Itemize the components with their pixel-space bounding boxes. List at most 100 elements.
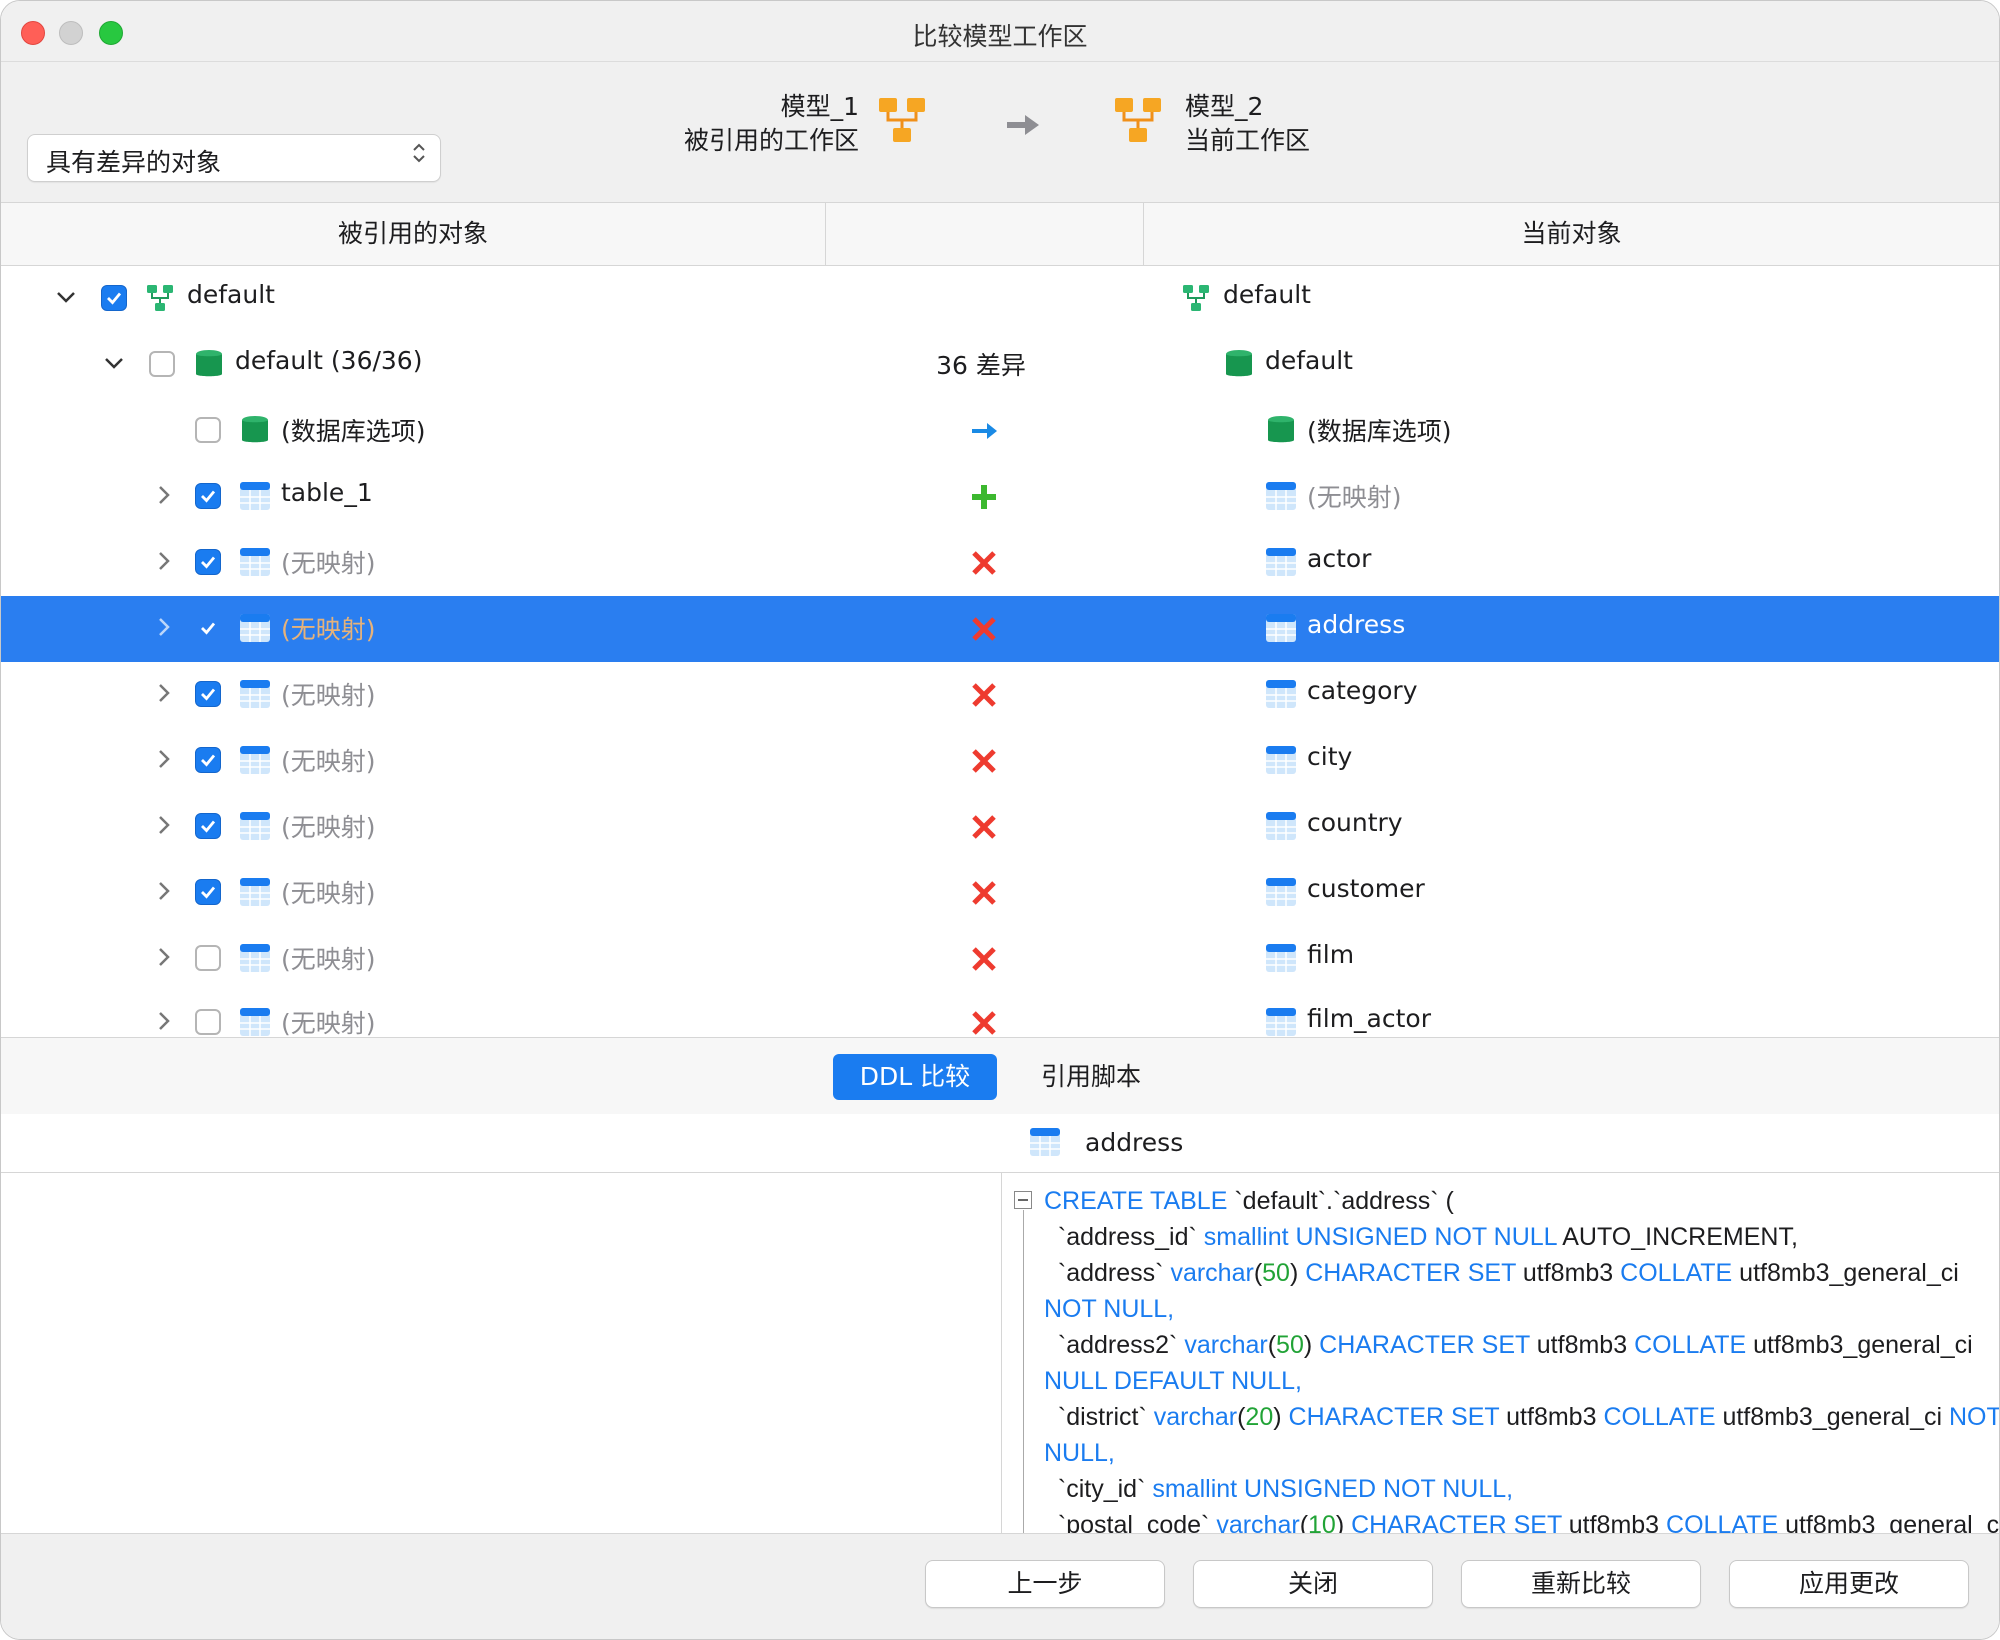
row-checkbox[interactable] — [195, 681, 221, 707]
row-checkbox[interactable] — [195, 879, 221, 905]
row-right-label: default — [1223, 280, 1311, 309]
chevron-right-icon[interactable] — [151, 614, 177, 640]
tree-row-table[interactable]: (无映射) customer — [1, 860, 1999, 926]
x-remove-icon — [972, 749, 996, 773]
row-right-label: (数据库选项) — [1307, 417, 1452, 446]
target-model-name: 模型_2 — [1185, 92, 1264, 121]
row-checkbox[interactable] — [195, 747, 221, 773]
tab-reference-script[interactable]: 引用脚本 — [1021, 1054, 1161, 1100]
target-model-label: 模型_2 当前工作区 — [1185, 90, 1310, 158]
collapse-icon[interactable] — [1014, 1191, 1032, 1209]
row-right-label: category — [1307, 676, 1418, 705]
row-checkbox[interactable] — [195, 615, 221, 641]
apply-changes-button[interactable]: 应用更改 — [1729, 1560, 1969, 1608]
tree-row-table[interactable]: (无映射) film_actor — [1, 990, 1999, 1036]
column-header-referenced[interactable]: 被引用的对象 — [1, 203, 826, 266]
column-header-diff[interactable] — [826, 203, 1144, 266]
row-checkbox[interactable] — [195, 813, 221, 839]
code-text: utf8mb3 — [1529, 1331, 1635, 1359]
code-text: `address_id` — [1044, 1223, 1204, 1251]
arrow-right-icon — [1007, 115, 1039, 135]
compare-tree: default default default (36/36) 36 差异 de… — [1, 266, 1999, 1036]
row-checkbox[interactable] — [149, 351, 175, 377]
code-keyword: CHARACTER SET — [1312, 1331, 1530, 1359]
row-left-label: (无映射) — [281, 747, 376, 776]
chevron-right-icon[interactable] — [151, 482, 177, 508]
tree-row-table[interactable]: (无映射) country — [1, 794, 1999, 860]
x-remove-icon — [972, 1011, 996, 1035]
tree-row-table[interactable]: (无映射) film — [1, 926, 1999, 992]
chevron-right-icon[interactable] — [151, 680, 177, 706]
table-icon — [1030, 1128, 1060, 1156]
tree-row-database[interactable]: default (36/36) 36 差异 default — [1, 332, 1999, 398]
close-button[interactable]: 关闭 — [1193, 1560, 1433, 1608]
row-checkbox[interactable] — [195, 945, 221, 971]
database-icon — [196, 350, 222, 377]
code-number: 10 — [1308, 1511, 1336, 1533]
code-keyword: CHARACTER SET — [1298, 1259, 1516, 1287]
chevron-right-icon[interactable] — [151, 1008, 177, 1034]
code-keyword: COLLATE — [1603, 1403, 1716, 1431]
code-text: ) — [1335, 1511, 1345, 1533]
x-remove-icon — [972, 683, 996, 707]
chevron-right-icon[interactable] — [151, 944, 177, 970]
tree-row-db-options[interactable]: (数据库选项) (数据库选项) — [1, 398, 1999, 464]
tree-row-table[interactable]: (无映射) actor — [1, 530, 1999, 596]
row-checkbox[interactable] — [195, 1009, 221, 1035]
row-checkbox[interactable] — [195, 549, 221, 575]
recompare-button[interactable]: 重新比较 — [1461, 1560, 1701, 1608]
ddl-object-header: address — [1, 1114, 1999, 1173]
chevron-right-icon[interactable] — [151, 746, 177, 772]
database-icon — [242, 416, 268, 443]
ddl-right-pane[interactable]: CREATE TABLE `default`.`address` ( `addr… — [1002, 1173, 1999, 1533]
tree-row-model[interactable]: default default — [1, 266, 1999, 332]
model-icon — [1115, 98, 1161, 142]
row-left-label: (无映射) — [281, 813, 376, 842]
code-line: `address2` varchar(50) CHARACTER SET utf… — [1044, 1327, 1984, 1363]
code-keyword: NOT — [1949, 1403, 1999, 1431]
code-line: `address` varchar(50) CHARACTER SET utf8… — [1044, 1255, 1984, 1291]
code-text: AUTO_INCREMENT, — [1556, 1223, 1798, 1251]
table-icon — [240, 548, 270, 576]
chevron-right-icon[interactable] — [151, 812, 177, 838]
plus-icon — [972, 485, 996, 509]
column-header-current[interactable]: 当前对象 — [1144, 203, 1999, 266]
tree-row-table[interactable]: table_1 (无映射) — [1, 464, 1999, 530]
code-line: `district` varchar(20) CHARACTER SET utf… — [1044, 1399, 1999, 1435]
code-text: `address` — [1044, 1259, 1171, 1287]
fold-guide-line — [1023, 1210, 1024, 1533]
code-line: NOT NULL, — [1044, 1291, 1984, 1327]
chevron-updown-icon — [412, 141, 426, 166]
x-remove-icon — [972, 815, 996, 839]
table-icon — [1266, 746, 1296, 774]
tree-row-table[interactable]: (无映射) city — [1, 728, 1999, 794]
code-text: `district` — [1044, 1403, 1154, 1431]
source-model-role: 被引用的工作区 — [683, 126, 859, 155]
ddl-left-pane[interactable] — [1, 1173, 1002, 1533]
tab-ddl-compare[interactable]: DDL 比较 — [833, 1054, 997, 1100]
chevron-down-icon[interactable] — [53, 284, 79, 310]
code-line: `postal_code` varchar(10) CHARACTER SET … — [1044, 1507, 1999, 1533]
row-checkbox[interactable] — [101, 285, 127, 311]
chevron-right-icon[interactable] — [151, 878, 177, 904]
chevron-down-icon[interactable] — [101, 350, 127, 376]
row-right-label: city — [1307, 742, 1353, 771]
table-icon — [240, 482, 270, 510]
code-line: `address_id` smallint UNSIGNED NOT NULL … — [1044, 1219, 1984, 1255]
code-keyword: varchar — [1170, 1259, 1254, 1287]
source-model-name: 模型_1 — [780, 92, 859, 121]
tree-row-table-selected[interactable]: (无映射) address — [1, 596, 1999, 662]
row-left-label: (无映射) — [281, 879, 376, 908]
tree-row-table[interactable]: (无映射) category — [1, 662, 1999, 728]
filter-select[interactable]: 具有差异的对象 — [27, 134, 441, 182]
row-right-label: film — [1307, 940, 1355, 969]
chevron-right-icon[interactable] — [151, 548, 177, 574]
row-right-label: country — [1307, 808, 1403, 837]
ddl-object-name: address — [1085, 1128, 1184, 1157]
code-text: ) — [1273, 1403, 1282, 1431]
row-checkbox[interactable] — [195, 417, 221, 443]
row-checkbox[interactable] — [195, 483, 221, 509]
window-title: 比较模型工作区 — [912, 22, 1088, 51]
back-button[interactable]: 上一步 — [925, 1560, 1165, 1608]
code-text: utf8mb3 — [1499, 1403, 1604, 1431]
